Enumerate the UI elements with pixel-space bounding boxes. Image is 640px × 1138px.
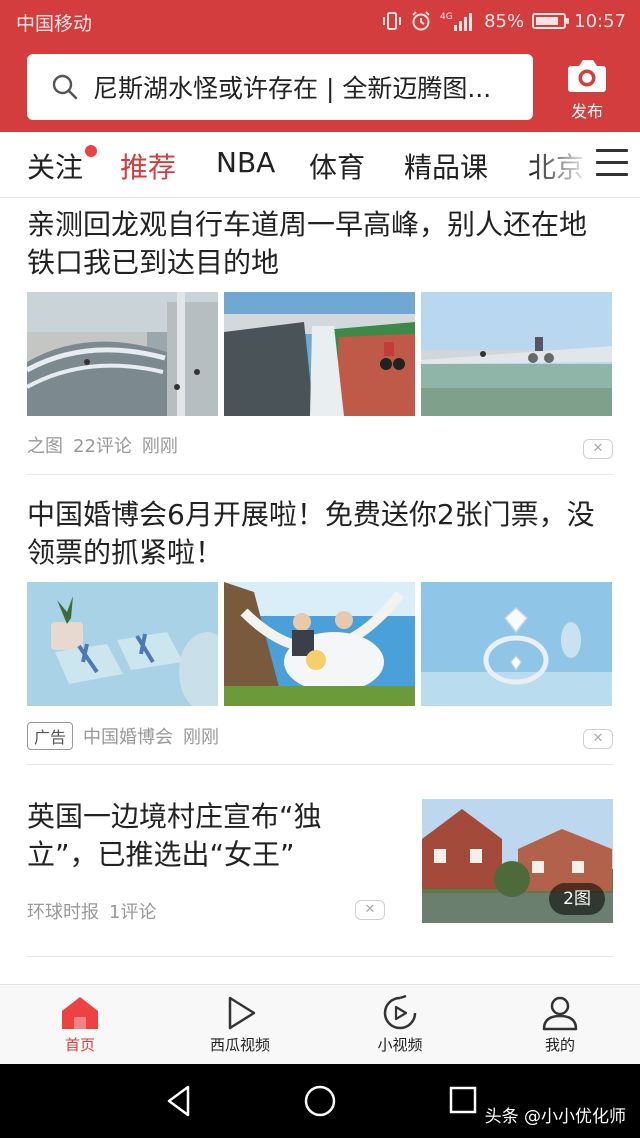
back-icon[interactable] xyxy=(164,1084,194,1118)
image-count-badge: 2图 xyxy=(549,883,605,915)
news-title[interactable]: 亲测回龙观自行车道周一早高峰，别人还在地铁口我已到达目的地 xyxy=(27,206,613,282)
divider xyxy=(27,956,613,957)
comment-count: 1评论 xyxy=(109,902,157,923)
menu-icon-line xyxy=(596,173,628,176)
watermark: 头条 @小小优化师 xyxy=(484,1107,626,1127)
tab-follow[interactable]: 关注 xyxy=(27,146,83,186)
channel-tabs: 关注 推荐 NBA 体育 精品课 北京 xyxy=(0,132,640,198)
nav-xigua-label: 西瓜视频 xyxy=(209,1036,270,1054)
menu-icon-line xyxy=(596,149,628,152)
play-icon xyxy=(228,996,256,1030)
publish-time: 刚刚 xyxy=(183,727,220,748)
news-thumbnail-village[interactable]: 2图 xyxy=(422,799,613,923)
tab-follow-badge xyxy=(85,145,97,157)
short-video-icon xyxy=(383,995,417,1030)
advertiser-name[interactable]: 中国婚博会 xyxy=(83,723,173,749)
news-source[interactable]: 环球时报 xyxy=(27,898,99,924)
battery-percent: 85% xyxy=(484,10,525,32)
ad-card[interactable]: 中国婚博会6月开展啦！免费送你2张门票，没领票的抓紧啦！ 广告 中国婚博会 刚刚… xyxy=(27,496,613,750)
dislike-button[interactable]: ✕ xyxy=(355,900,385,920)
search-placeholder: 尼斯湖水怪或许存在 | 全新迈腾图... xyxy=(93,74,492,103)
nav-home[interactable]: 首页 xyxy=(0,985,160,1064)
tab-sports[interactable]: 体育 xyxy=(309,146,365,186)
status-icons: 4G 85% 10:57 xyxy=(382,8,626,34)
app-header: 中国移动 4G 85% 10:57 尼斯湖水怪或许存在 | 全新迈腾图... 发… xyxy=(0,0,640,132)
clock: 10:57 xyxy=(574,10,626,32)
nav-short-video[interactable]: 小视频 xyxy=(320,985,480,1064)
news-title[interactable]: 英国一边境村庄宣布“独立”，已推选出“女王” xyxy=(27,798,357,874)
nav-xigua-video[interactable]: 西瓜视频 xyxy=(160,985,320,1064)
tab-courses[interactable]: 精品课 xyxy=(404,146,488,186)
news-feed[interactable]: 亲测回龙观自行车道周一早高峰，别人还在地铁口我已到达目的地 之图 22评论 刚刚… xyxy=(0,198,640,984)
nav-home-label: 首页 xyxy=(64,1036,95,1054)
menu-icon-line xyxy=(596,161,628,164)
home-icon xyxy=(62,997,98,1029)
battery-level-fill xyxy=(536,17,559,25)
profile-icon xyxy=(542,996,578,1031)
recent-apps-icon[interactable] xyxy=(448,1084,478,1118)
ad-image-wedding-couple[interactable] xyxy=(224,582,415,706)
news-image-bike-lane[interactable] xyxy=(224,292,415,416)
news-card[interactable]: 亲测回龙观自行车道周一早高峰，别人还在地铁口我已到达目的地 之图 22评论 刚刚… xyxy=(27,206,613,459)
ad-images xyxy=(27,582,613,706)
news-image-bike-overpass[interactable] xyxy=(27,292,218,416)
tab-nba[interactable]: NBA xyxy=(216,146,275,179)
ad-label: 广告 xyxy=(27,722,74,750)
vibrate-icon xyxy=(382,11,402,31)
news-source[interactable]: 之图 xyxy=(27,432,63,458)
divider xyxy=(27,474,613,475)
news-meta: 环球时报 1评论 ✕ xyxy=(27,898,385,924)
channel-menu-button[interactable] xyxy=(596,149,628,179)
bottom-nav: 首页 西瓜视频 小视频 我的 xyxy=(0,984,640,1064)
comment-count: 22评论 xyxy=(73,436,132,457)
divider xyxy=(27,764,613,765)
news-images xyxy=(27,292,613,416)
system-nav-bar: 头条 @小小优化师 xyxy=(0,1064,640,1138)
dislike-button[interactable]: ✕ xyxy=(583,729,613,749)
signal-icon: 4G xyxy=(440,10,476,32)
home-circle-icon[interactable] xyxy=(303,1084,337,1118)
nav-profile-label: 我的 xyxy=(544,1036,575,1054)
network-type: 4G xyxy=(440,12,453,22)
ad-meta: 广告 中国婚博会 刚刚 ✕ xyxy=(27,722,613,750)
news-meta: 之图 22评论 刚刚 ✕ xyxy=(27,432,613,459)
dislike-button[interactable]: ✕ xyxy=(583,439,613,459)
alarm-icon xyxy=(410,10,432,32)
publish-label: 发布 xyxy=(570,102,603,121)
ad-image-gift-boxes[interactable] xyxy=(27,582,218,706)
publish-button[interactable]: 发布 xyxy=(556,56,618,126)
tab-recommend[interactable]: 推荐 xyxy=(120,146,176,186)
news-title[interactable]: 中国婚博会6月开展啦！免费送你2张门票，没领票的抓紧啦！ xyxy=(27,496,613,572)
news-image-cyclists-reflection[interactable] xyxy=(421,292,612,416)
carrier-name: 中国移动 xyxy=(16,13,93,35)
publish-time: 刚刚 xyxy=(141,436,178,457)
battery-icon xyxy=(532,13,570,29)
nav-profile[interactable]: 我的 xyxy=(480,985,640,1064)
camera-icon xyxy=(568,60,606,92)
nav-short-video-label: 小视频 xyxy=(377,1036,423,1054)
search-bar[interactable]: 尼斯湖水怪或许存在 | 全新迈腾图... xyxy=(27,54,533,120)
search-icon xyxy=(52,74,78,100)
status-bar: 中国移动 4G 85% 10:57 xyxy=(0,0,640,44)
ad-image-diamond-ring[interactable] xyxy=(421,582,612,706)
